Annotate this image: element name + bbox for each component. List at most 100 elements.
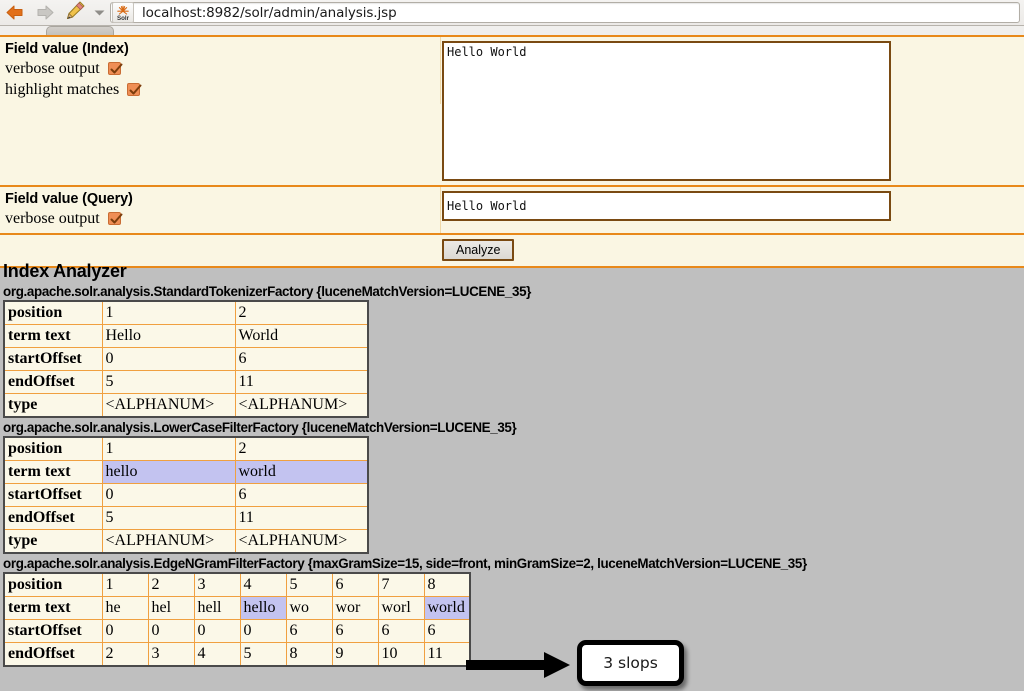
table-row: startOffset 0 0 0 0 6 6 6 6 (4, 619, 471, 643)
analysis-table: position 1 2 3 4 5 6 7 8 term text he hel hell hello w… (3, 572, 471, 667)
table-cell: 1 (101, 300, 236, 325)
row-label: position (4, 300, 103, 325)
url-text: localhost:8982/solr/admin/analysis.jsp (142, 4, 397, 21)
index-highlight-option[interactable]: highlight matches (5, 79, 440, 100)
table-cell: 8 (285, 642, 333, 667)
table-cell: 8 (423, 572, 471, 597)
table-cell: 11 (234, 506, 369, 530)
table-cell: hell (193, 596, 241, 620)
table-cell: 0 (193, 619, 241, 643)
query-verbose-checkbox[interactable] (107, 212, 123, 225)
table-cell: 2 (234, 436, 369, 461)
table-cell: 2 (147, 572, 195, 597)
table-cell: worl (377, 596, 425, 620)
table-cell: 6 (377, 619, 425, 643)
index-verbose-option[interactable]: verbose output (5, 58, 440, 79)
table-cell: <ALPHANUM> (234, 529, 369, 554)
index-field-title: Field value (Index) (5, 41, 129, 57)
table-cell: 0 (101, 483, 236, 507)
row-label: endOffset (4, 370, 103, 394)
index-highlight-checkbox[interactable] (127, 83, 142, 96)
table-cell: 5 (239, 642, 287, 667)
solr-analysis-page: Field value (Index) verbose output highl… (0, 35, 1024, 691)
table-cell: 7 (377, 572, 425, 597)
table-row: position 1 2 3 4 5 6 7 8 (4, 572, 471, 597)
row-label: endOffset (4, 506, 103, 530)
address-bar[interactable]: Solr localhost:8982/solr/admin/analysis.… (110, 2, 1020, 23)
table-cell: 6 (331, 572, 379, 597)
browser-tab[interactable] (46, 26, 114, 35)
query-field-input[interactable] (442, 191, 891, 221)
right-arrow-annotation (466, 647, 578, 683)
query-verbose-option[interactable]: verbose output (5, 208, 440, 229)
row-label: term text (4, 460, 103, 484)
table-cell: 2 (234, 300, 369, 325)
index-field-labels: Field value (Index) verbose output highl… (0, 37, 441, 104)
slops-callout: 3 slops (577, 640, 684, 686)
analysis-results: Index Analyzer org.apache.solr.analysis.… (0, 255, 1024, 667)
table-cell: 11 (234, 370, 369, 394)
table-row: type <ALPHANUM> <ALPHANUM> (4, 393, 369, 418)
factory-name: org.apache.solr.analysis.EdgeNGramFilter… (3, 556, 807, 571)
table-cell: 4 (193, 642, 241, 667)
query-field-input-cell (441, 187, 1024, 225)
table-cell: he (101, 596, 149, 620)
browser-toolbar: Solr localhost:8982/solr/admin/analysis.… (0, 0, 1024, 26)
table-cell: 4 (239, 572, 287, 597)
analysis-form: Field value (Index) verbose output highl… (0, 35, 1024, 268)
solr-favicon: Solr (112, 2, 134, 23)
index-highlight-label: highlight matches (5, 81, 120, 98)
table-cell: <ALPHANUM> (234, 393, 369, 418)
row-label: position (4, 572, 103, 597)
factory-name: org.apache.solr.analysis.StandardTokeniz… (3, 284, 532, 299)
analysis-table: position 1 2 term text hello world startOffset… (3, 436, 369, 554)
table-row: endOffset 2 3 4 5 8 9 10 11 (4, 642, 471, 667)
slops-callout-text: 3 slops (603, 654, 658, 672)
table-cell: hel (147, 596, 195, 620)
edit-button[interactable] (60, 1, 90, 25)
table-row: startOffset 0 6 (4, 347, 369, 371)
table-cell: wor (331, 596, 379, 620)
table-row: term text he hel hell hello wo wor worl world (4, 596, 471, 620)
table-cell: 0 (101, 347, 236, 371)
table-cell: 3 (193, 572, 241, 597)
table-cell: 6 (234, 483, 369, 507)
table-row: type <ALPHANUM> <ALPHANUM> (4, 529, 369, 554)
table-row: endOffset 5 11 (4, 370, 369, 394)
query-verbose-label: verbose output (5, 210, 100, 227)
analysis-table: position 1 2 term text Hello World startOffset… (3, 300, 369, 418)
table-cell: 5 (101, 506, 236, 530)
factory-name: org.apache.solr.analysis.LowerCaseFilter… (3, 420, 517, 435)
query-field-title: Field value (Query) (5, 191, 133, 207)
back-arrow-icon (5, 4, 25, 21)
toolbar-dropdown-button[interactable] (90, 1, 108, 25)
back-button[interactable] (0, 1, 30, 25)
chevron-down-icon (94, 4, 105, 22)
table-cell: 5 (285, 572, 333, 597)
table-row: startOffset 0 6 (4, 483, 369, 507)
row-label: type (4, 393, 103, 418)
svg-text:Solr: Solr (117, 15, 130, 21)
row-label: startOffset (4, 619, 103, 643)
table-cell: <ALPHANUM> (101, 529, 236, 554)
table-cell: 1 (101, 436, 236, 461)
table-row: position 1 2 (4, 436, 369, 461)
table-cell: 9 (331, 642, 379, 667)
table-row: position 1 2 (4, 300, 369, 325)
query-field-labels: Field value (Query) verbose output (0, 187, 441, 233)
row-label: position (4, 436, 103, 461)
query-field-row: Field value (Query) verbose output (0, 187, 1024, 235)
analyzer-stages: org.apache.solr.analysis.StandardTokeniz… (0, 284, 1024, 667)
row-label: type (4, 529, 103, 554)
index-field-textarea[interactable] (442, 41, 891, 181)
row-label: endOffset (4, 642, 103, 667)
table-cell: 3 (147, 642, 195, 667)
index-verbose-checkbox[interactable] (107, 62, 123, 75)
row-label: startOffset (4, 347, 103, 371)
forward-button[interactable] (30, 1, 60, 25)
row-label: term text (4, 324, 103, 348)
table-cell: 6 (423, 619, 471, 643)
row-label: term text (4, 596, 103, 620)
table-cell: 11 (423, 642, 471, 667)
table-cell: 6 (285, 619, 333, 643)
